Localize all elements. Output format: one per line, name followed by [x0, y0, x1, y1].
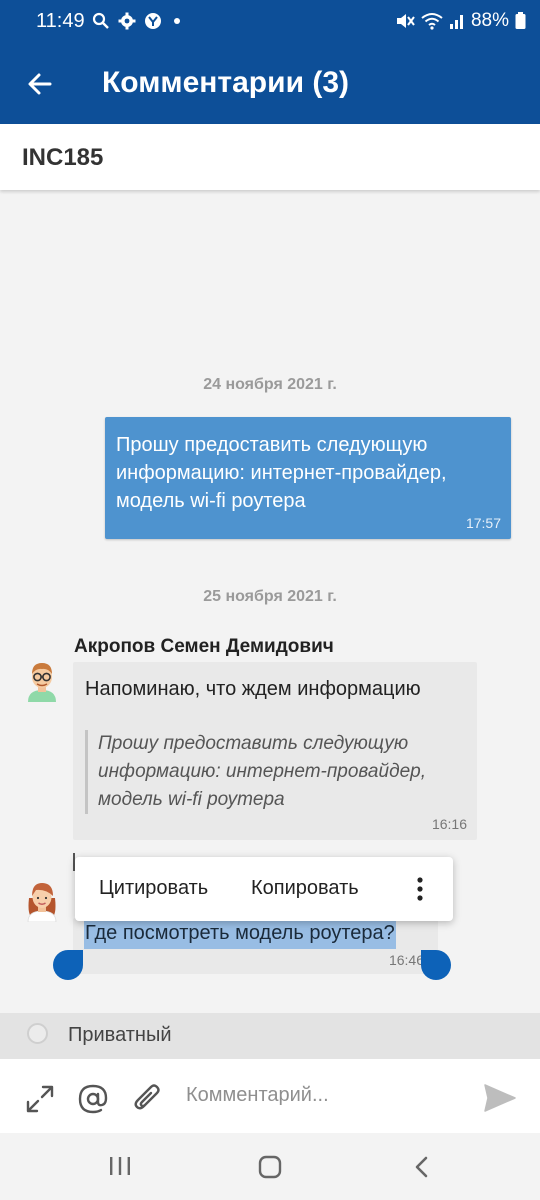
private-toggle-row[interactable]: Приватный — [0, 1013, 540, 1059]
message-quote: Прошу предоставить следующую информацию:… — [85, 730, 478, 814]
selected-message-text[interactable]: Где посмотреть модель роутера? — [84, 920, 396, 949]
message-time: 17:57 — [465, 515, 501, 531]
home-icon[interactable] — [258, 1155, 282, 1179]
selection-handle-end[interactable] — [421, 950, 451, 980]
message-text: Прошу предоставить следующую информацию:… — [116, 434, 447, 512]
app-bar: Комментарии (3) — [0, 44, 540, 124]
message-text: Напоминаю, что ждем информацию — [85, 678, 421, 700]
message-author: Акропов Семен Демидович — [74, 636, 334, 657]
selection-handle-start[interactable] — [53, 950, 83, 980]
expand-icon[interactable] — [24, 1083, 56, 1115]
status-bar: 11:49 88% — [0, 0, 540, 44]
date-separator: 25 ноября 2021 г. — [203, 588, 337, 605]
at-icon[interactable] — [77, 1083, 109, 1115]
back-nav-icon[interactable] — [410, 1155, 434, 1179]
message-bubble-outgoing[interactable]: Прошу предоставить следующую информацию:… — [105, 417, 511, 539]
signal-icon — [449, 15, 463, 29]
system-navigation-bar — [0, 1133, 540, 1200]
menu-item-copy[interactable]: Копировать — [251, 877, 359, 900]
dot-icon — [174, 18, 180, 24]
private-label: Приватный — [68, 1024, 172, 1046]
message-bubble-incoming[interactable]: Напоминаю, что ждем информацию Прошу пре… — [73, 662, 477, 840]
comment-input[interactable]: Комментарий... — [186, 1084, 329, 1107]
gear-icon — [118, 12, 136, 30]
status-time: 11:49 — [36, 10, 85, 32]
message-time: 16:16 — [431, 816, 467, 832]
wifi-icon — [421, 13, 443, 30]
more-vertical-icon[interactable] — [411, 875, 429, 903]
battery-percent: 88% — [470, 10, 509, 31]
comment-composer: Комментарий... — [0, 1059, 540, 1133]
search-icon — [92, 12, 109, 29]
ticket-id: INC185 — [22, 144, 104, 171]
arrow-left-icon[interactable] — [24, 68, 56, 100]
recent-apps-icon[interactable] — [108, 1155, 132, 1177]
mute-icon — [396, 14, 415, 28]
private-radio[interactable] — [27, 1023, 48, 1044]
message-time: 16:46 — [388, 952, 424, 968]
send-icon[interactable] — [483, 1083, 517, 1113]
date-separator: 24 ноября 2021 г. — [203, 376, 337, 393]
avatar-male — [28, 663, 56, 702]
status-left-icons — [92, 12, 184, 30]
text-selection-menu: Цитировать Копировать — [75, 857, 453, 921]
status-right-icons: 88% — [395, 10, 526, 32]
page-title: Комментарии (3) — [102, 66, 350, 99]
avatar-female — [27, 883, 57, 922]
battery-icon — [515, 12, 526, 29]
message-bubble-incoming-selected[interactable]: Где посмотреть модель роутера? 16:46 — [73, 918, 438, 974]
paperclip-icon[interactable] — [131, 1081, 163, 1117]
yandex-icon — [145, 13, 161, 29]
ticket-header: INC185 — [0, 124, 540, 190]
menu-item-quote[interactable]: Цитировать — [99, 877, 208, 900]
